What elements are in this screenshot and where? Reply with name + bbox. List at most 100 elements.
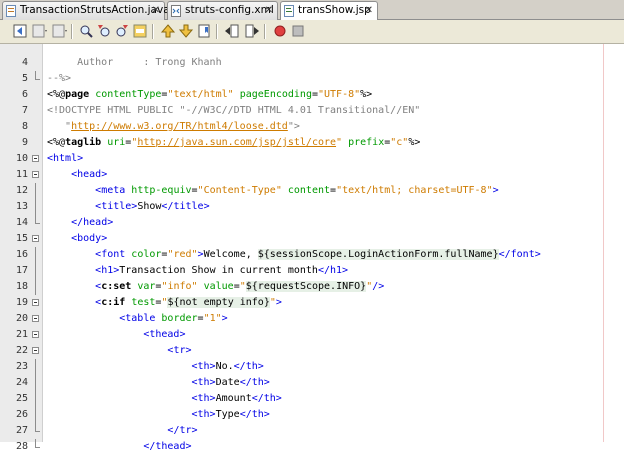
code-line[interactable]: 26 <th>Type</th> xyxy=(0,407,624,423)
previous-bookmark-icon[interactable] xyxy=(160,23,176,39)
find-previous-icon[interactable] xyxy=(96,23,112,39)
next-bookmark-icon[interactable] xyxy=(178,23,194,39)
code-line[interactable]: 16 <font color="red">Welcome, ${sessionS… xyxy=(0,247,624,263)
java-file-icon xyxy=(6,5,16,17)
fold-toggle-icon[interactable] xyxy=(32,315,39,322)
tab-transaction-struts-action[interactable]: TransactionStrutsAction.java ✕ xyxy=(2,1,170,20)
fold-toggle-icon[interactable] xyxy=(32,347,39,354)
code-token: <body> xyxy=(71,233,108,244)
line-number: 13 xyxy=(15,201,28,212)
toolbar-separator xyxy=(152,24,154,39)
fold-guide-line xyxy=(35,199,36,215)
code-line[interactable]: 4 Author : Trong Khanh xyxy=(0,55,624,71)
code-line[interactable]: 10 <html> xyxy=(0,151,624,167)
code-token: "Content-Type" xyxy=(197,185,282,196)
code-token: ${not empty info} xyxy=(167,297,270,308)
code-line[interactable]: 12 <meta http-equiv="Content-Type" conte… xyxy=(0,183,624,199)
code-token: "> xyxy=(287,121,300,132)
fold-toggle-icon[interactable] xyxy=(32,331,39,338)
code-token: content xyxy=(287,185,331,196)
code-token: <%@ xyxy=(47,137,66,148)
code-token: "c" xyxy=(390,137,409,148)
forward-icon[interactable] xyxy=(52,23,68,39)
code-line[interactable]: 6 <%@page contentType="text/html" pageEnc… xyxy=(0,87,624,103)
stop-macro-icon[interactable] xyxy=(290,23,306,39)
code-line[interactable]: 23 <th>No.</th> xyxy=(0,359,624,375)
tab-struts-config[interactable]: struts-config.xml ✕ xyxy=(167,1,278,20)
line-number: 4 xyxy=(21,57,28,68)
code-token: border xyxy=(161,313,198,324)
line-number: 28 xyxy=(15,441,28,452)
fold-toggle-icon[interactable] xyxy=(32,155,39,162)
code-token: var xyxy=(137,281,156,292)
code-line[interactable]: 8 "http://www.w3.org/TR/html4/loose.dtd"… xyxy=(0,119,624,135)
code-line[interactable]: 28 </thead> xyxy=(0,439,624,455)
back-icon[interactable] xyxy=(32,23,48,39)
fold-end-marker xyxy=(35,71,40,80)
code-text: Author : Trong Khanh xyxy=(47,55,222,71)
code-line[interactable]: 14 </head> xyxy=(0,215,624,231)
code-token: c:if xyxy=(101,297,126,308)
code-line[interactable]: 15 <body> xyxy=(0,231,624,247)
code-line[interactable]: 20 <table border="1"> xyxy=(0,311,624,327)
code-token: http-equiv xyxy=(131,185,192,196)
toolbar-separator xyxy=(71,24,73,39)
last-edit-icon[interactable] xyxy=(12,23,28,39)
find-selection-icon[interactable] xyxy=(78,23,94,39)
code-token: "UTF-8" xyxy=(318,89,361,100)
start-macro-icon[interactable] xyxy=(272,23,288,39)
code-line[interactable]: 27 </tr> xyxy=(0,423,624,439)
code-line[interactable]: 5 --%> xyxy=(0,71,624,87)
code-line[interactable]: 11 <head> xyxy=(0,167,624,183)
toggle-highlight-icon[interactable] xyxy=(132,23,148,39)
code-token: http://www.w3.org/TR/html4/loose.dtd xyxy=(71,121,288,132)
tab-label: transShow.jsp xyxy=(298,4,371,16)
code-token: ${requestScope.INFO} xyxy=(245,281,367,292)
code-token: Date xyxy=(215,377,240,388)
code-line[interactable]: 17 <h1>Transaction Show in current month… xyxy=(0,263,624,279)
code-line[interactable]: 21 <thead> xyxy=(0,327,624,343)
code-text: <body> xyxy=(47,231,107,247)
close-tab-icon[interactable]: ✕ xyxy=(152,2,160,19)
fold-guide-line xyxy=(35,247,36,263)
fold-guide-line xyxy=(35,407,36,423)
close-tab-icon[interactable]: ✕ xyxy=(265,2,273,19)
code-line[interactable]: 24 <th>Date</th> xyxy=(0,375,624,391)
line-number: 15 xyxy=(15,233,28,244)
code-editor[interactable]: 4 Author : Trong Khanh 5 --%> 6 <%@page cont… xyxy=(0,44,624,452)
tab-trans-show-jsp[interactable]: transShow.jsp ✕ xyxy=(280,1,378,21)
code-line[interactable]: 18 <c:set var="info" value="${requestSco… xyxy=(0,279,624,295)
code-line[interactable]: 25 <th>Amount</th> xyxy=(0,391,624,407)
code-token: </th> xyxy=(233,361,264,372)
fold-toggle-icon[interactable] xyxy=(32,235,39,242)
code-token: <thead> xyxy=(143,329,186,340)
toggle-bookmark-icon[interactable] xyxy=(196,23,212,39)
code-line[interactable]: 22 <tr> xyxy=(0,343,624,359)
code-line[interactable]: 19 <c:if test="${not empty info}"> xyxy=(0,295,624,311)
code-line[interactable]: 9 <%@taglib uri="http://java.sun.com/jsp/… xyxy=(0,135,624,151)
code-token: " xyxy=(239,281,246,292)
jsp-file-icon xyxy=(284,5,294,17)
code-token: "red" xyxy=(167,249,198,260)
code-text: <head> xyxy=(47,167,107,183)
code-line[interactable]: 7 <!DOCTYPE HTML PUBLIC "-//W3C//DTD HTML… xyxy=(0,103,624,119)
code-text: <%@page contentType="text/html" pageEnco… xyxy=(47,87,372,103)
shift-left-icon[interactable] xyxy=(224,23,240,39)
code-token: Welcome, xyxy=(203,249,258,260)
find-next-icon[interactable] xyxy=(114,23,130,39)
code-token: http://java.sun.com/jsp/jstl/core xyxy=(137,137,337,148)
code-text: <thead> xyxy=(47,327,185,343)
code-line[interactable]: 13 <title>Show</title> xyxy=(0,199,624,215)
shift-right-icon[interactable] xyxy=(244,23,260,39)
fold-toggle-icon[interactable] xyxy=(32,171,39,178)
close-tab-icon[interactable]: ✕ xyxy=(365,2,373,19)
fold-toggle-icon[interactable] xyxy=(32,299,39,306)
code-token: contentType xyxy=(95,89,162,100)
code-token: <th> xyxy=(191,377,216,388)
